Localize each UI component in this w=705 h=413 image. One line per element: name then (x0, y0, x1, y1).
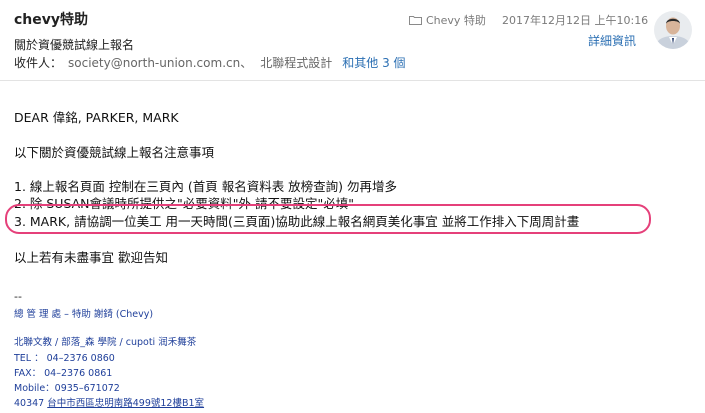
signature-zip: 40347 (14, 398, 48, 409)
recipients-label: 收件人： (14, 56, 63, 70)
signature-separator: -- (14, 290, 22, 303)
header-divider (0, 80, 705, 81)
sender-name[interactable]: chevy特助 (14, 9, 88, 29)
signature-tel: TEL ： 04–2376 0860 (14, 353, 115, 364)
intro-line: 以下關於資優競試線上報名注意事項 (14, 145, 215, 160)
email-subject: 關於資優競試線上報名 (14, 38, 135, 52)
signature-org: 北聯文教 / 部落_森 學院 / cupoti 润禾舞茶 (14, 337, 197, 348)
mailbox-folder[interactable]: Chevy 特助 (409, 12, 486, 28)
highlight-annotation (5, 204, 651, 234)
recipients-line: 收件人： society@north-union.com.cn、 北聯程式設計 和其他… (14, 54, 406, 71)
signature-mobile: Mobile：0935–671072 (14, 383, 120, 394)
more-recipients-link[interactable]: 和其他 3 個 (342, 56, 405, 70)
signature-title: 總 管 理 處 – 特助 謝錡 (Chevy) (14, 309, 154, 320)
details-link[interactable]: 詳細資訊 (588, 32, 636, 49)
folder-label: Chevy 特助 (426, 14, 486, 27)
folder-icon (409, 15, 422, 25)
signature-address-line: 40347 台中市西區忠明南路499號12樓B1室 (14, 395, 204, 409)
closing-line: 以上若有未盡事宜 歡迎告知 (14, 250, 168, 265)
recipient-email[interactable]: society@north-union.com.cn (68, 56, 240, 70)
avatar[interactable] (654, 11, 692, 49)
signature-address-link[interactable]: 台中市西區忠明南路499號12樓B1室 (47, 398, 204, 409)
email-date: 2017年12月12日 上午10:16 (502, 14, 649, 27)
recipient-separator: 、 (240, 56, 253, 70)
signature-fax: FAX： 04–2376 0861 (14, 368, 113, 379)
greeting: DEAR 偉銘, PARKER, MARK (14, 110, 179, 125)
recipient-name[interactable]: 北聯程式設計 (260, 56, 332, 70)
